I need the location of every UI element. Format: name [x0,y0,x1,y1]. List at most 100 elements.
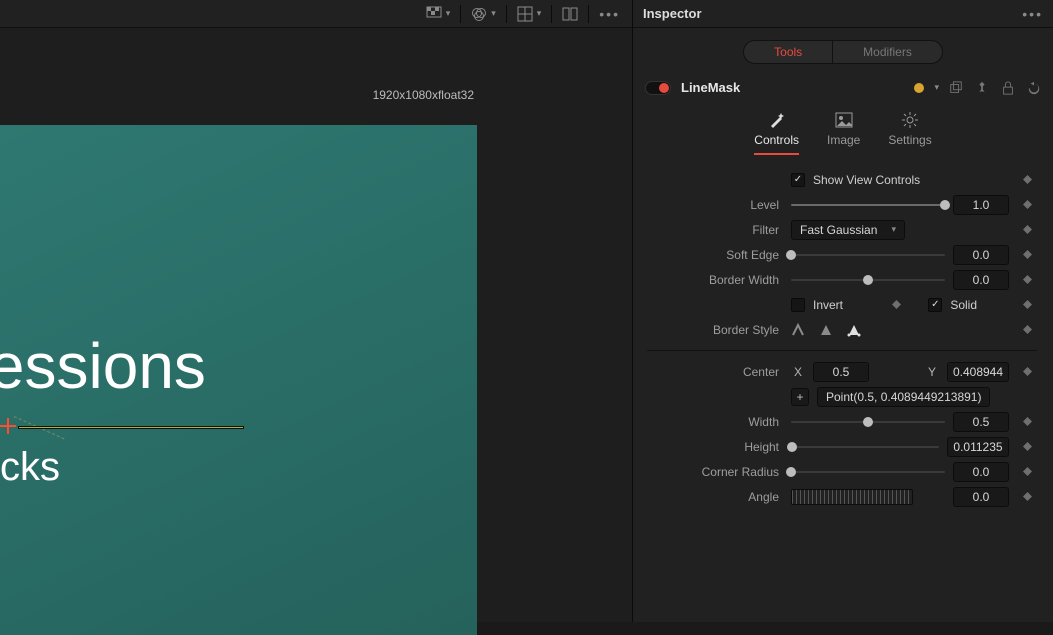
chevron-down-icon: ▾ [446,8,451,19]
center-expression-value: Point(0.5, 0.4089449213891) [826,390,981,404]
windows-icon[interactable] [949,81,963,95]
wand-icon [768,111,786,129]
node-name[interactable]: LineMask [681,80,904,95]
keyframe-button[interactable] [1017,175,1037,184]
canvas-subtitle-text: nd Tricks [0,445,60,490]
center-x-value[interactable]: 0.5 [813,362,869,382]
center-x-key: X [791,365,805,379]
filter-label: Filter [633,223,783,237]
viewer-more-button[interactable]: ••• [595,4,624,24]
version-indicator-icon[interactable] [914,83,924,93]
corner-label: Corner Radius [633,465,783,479]
tab-settings[interactable]: Settings [888,111,931,155]
viewer-pane: ▾ ▾ ▾ [0,0,632,622]
show-view-controls-label: Show View Controls [813,173,920,187]
softedge-label: Soft Edge [633,248,783,262]
borderwidth-slider[interactable] [791,273,945,287]
chevron-down-icon[interactable]: ▾ [934,82,939,93]
tab-image[interactable]: Image [827,111,860,155]
keyframe-button[interactable] [1017,367,1037,376]
width-value[interactable]: 0.5 [953,412,1009,432]
grid-icon [517,6,533,22]
grid-dropdown[interactable]: ▾ [513,4,546,24]
pin-icon[interactable] [975,81,989,95]
color-dropdown[interactable]: ▾ [467,4,500,24]
borderstyle-label: Border Style [633,323,783,337]
angle-wheel[interactable] [791,489,913,505]
keyframe-button[interactable] [1017,417,1037,426]
solid-checkbox[interactable] [928,298,942,312]
keyframe-button[interactable] [1017,225,1037,234]
tab-controls[interactable]: Controls [754,111,799,155]
chevron-down-icon: ▾ [537,8,542,19]
controls-section: Show View Controls Level 1.0 Filter Fast… [633,155,1053,509]
viewer-canvas[interactable]: xpressions nd Tricks [0,125,477,635]
split-view-button[interactable] [558,4,582,24]
node-enable-toggle[interactable] [645,81,671,95]
node-header: LineMask ▾ [633,74,1053,101]
height-label: Height [633,440,783,454]
inspector-mode-tabs: Tools Modifiers [633,28,1053,74]
level-value[interactable]: 1.0 [953,195,1009,215]
tab-tools[interactable]: Tools [744,41,832,63]
reset-icon[interactable] [1027,81,1041,95]
level-slider[interactable] [791,198,945,212]
keyframe-button[interactable] [1017,325,1037,334]
borderwidth-label: Border Width [633,273,783,287]
keyframe-button[interactable] [1017,300,1037,309]
borderwidth-value[interactable]: 0.0 [953,270,1009,290]
show-view-controls-checkbox[interactable] [791,173,805,187]
expression-add-button[interactable]: + [791,388,809,406]
inspector-panel: Inspector ••• Tools Modifiers LineMask ▾ [632,0,1053,622]
border-style-2-icon[interactable] [819,323,833,337]
ellipsis-icon: ••• [599,7,620,21]
checker-dropdown[interactable]: ▾ [422,4,455,24]
invert-checkbox[interactable] [791,298,805,312]
keyframe-button[interactable] [1017,492,1037,501]
tab-modifiers[interactable]: Modifiers [832,41,942,63]
solid-label: Solid [950,298,977,312]
softedge-value[interactable]: 0.0 [953,245,1009,265]
softedge-slider[interactable] [791,248,945,262]
chevron-down-icon: ▾ [891,224,896,235]
inspector-header: Inspector ••• [633,0,1053,28]
canvas-info: 1920x1080xfloat32 [373,88,474,102]
width-slider[interactable] [791,415,945,429]
keyframe-button[interactable] [1017,467,1037,476]
canvas-title-text: xpressions [0,329,206,403]
height-value[interactable]: 0.011235 [947,437,1009,457]
angle-value[interactable]: 0.0 [953,487,1009,507]
center-label: Center [633,365,783,379]
filter-value: Fast Gaussian [800,223,877,237]
inspector-title: Inspector [643,6,702,21]
angle-label: Angle [633,490,783,504]
border-style-3-icon[interactable] [847,323,861,337]
inspector-section-tabs: Controls Image Settings [633,101,1053,155]
corner-slider[interactable] [791,465,945,479]
invert-label: Invert [813,298,843,312]
inspector-more-button[interactable]: ••• [1022,7,1043,21]
keyframe-button[interactable] [1017,250,1037,259]
image-icon [835,111,853,129]
border-style-1-icon[interactable] [791,323,805,337]
center-expression-field[interactable]: Point(0.5, 0.4089449213891) [817,387,990,407]
height-slider[interactable] [791,440,939,454]
center-y-key: Y [925,365,939,379]
center-y-value[interactable]: 0.408944 [947,362,1009,382]
level-label: Level [633,198,783,212]
width-label: Width [633,415,783,429]
keyframe-button[interactable] [1017,200,1037,209]
tab-image-label: Image [827,133,860,147]
keyframe-button[interactable] [886,300,906,309]
center-cross-icon[interactable] [0,418,16,434]
mask-line[interactable] [18,426,244,429]
tab-settings-label: Settings [888,133,931,147]
gear-icon [901,111,919,129]
keyframe-button[interactable] [1017,275,1037,284]
lock-icon[interactable] [1001,81,1015,95]
keyframe-button[interactable] [1017,442,1037,451]
corner-value[interactable]: 0.0 [953,462,1009,482]
split-icon [562,6,578,22]
viewer-body[interactable]: 1920x1080xfloat32 xpressions nd Tricks [0,28,632,622]
filter-dropdown[interactable]: Fast Gaussian ▾ [791,220,905,240]
